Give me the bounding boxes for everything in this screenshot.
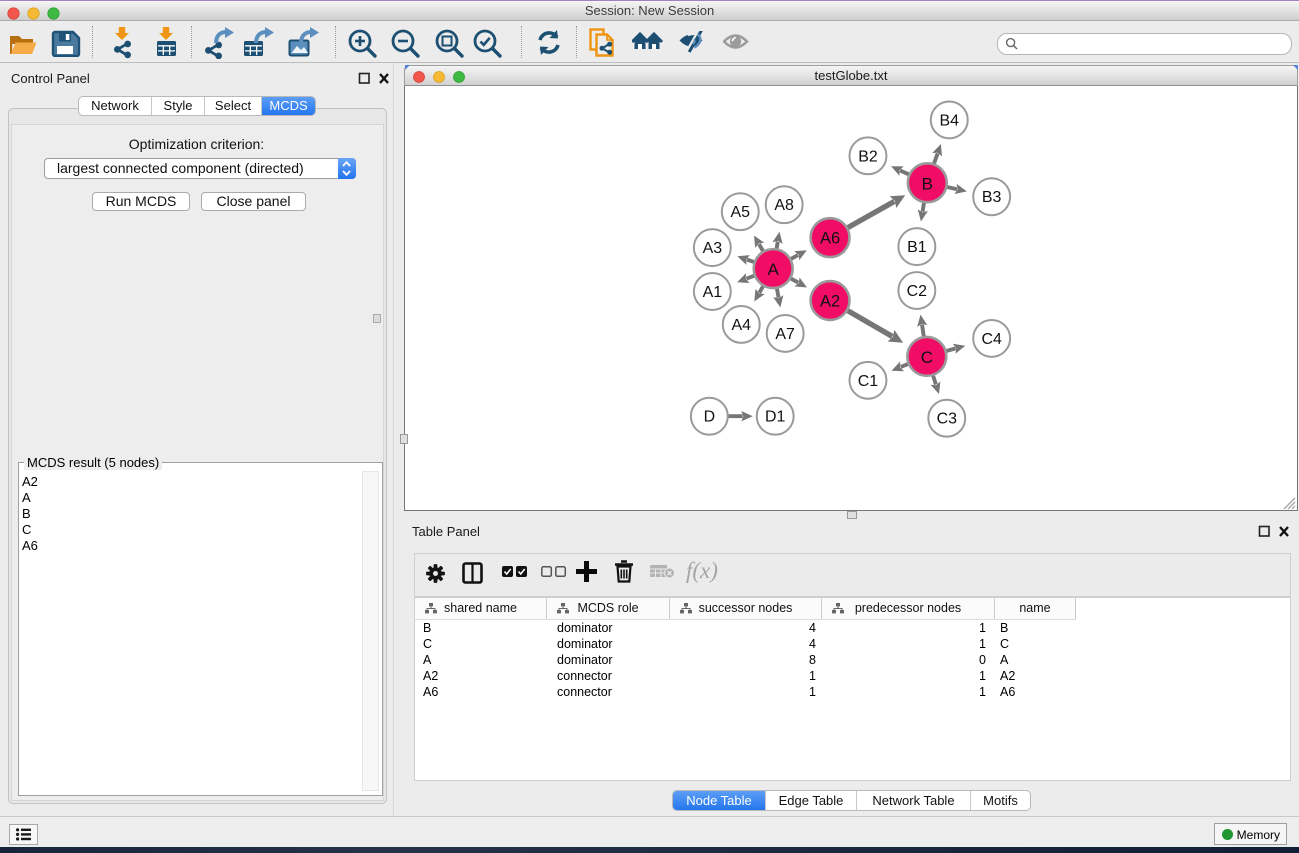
svg-text:A2: A2 (820, 292, 840, 310)
svg-text:A6: A6 (820, 230, 840, 248)
svg-text:A8: A8 (774, 197, 794, 214)
svg-text:A4: A4 (732, 317, 752, 334)
svg-text:C4: C4 (981, 331, 1002, 348)
svg-text:A7: A7 (775, 326, 795, 343)
svg-text:D: D (704, 409, 716, 426)
svg-text:C2: C2 (907, 283, 928, 300)
svg-text:A: A (768, 260, 780, 279)
svg-text:B1: B1 (907, 239, 927, 256)
svg-text:C1: C1 (858, 373, 879, 390)
svg-text:A3: A3 (703, 240, 723, 257)
svg-text:C: C (921, 348, 933, 367)
svg-text:B3: B3 (982, 189, 1002, 206)
svg-text:B2: B2 (858, 148, 878, 165)
svg-text:C3: C3 (937, 411, 958, 428)
svg-text:A5: A5 (731, 204, 751, 221)
svg-text:A1: A1 (703, 284, 723, 301)
svg-text:B: B (922, 174, 933, 193)
svg-text:D1: D1 (765, 409, 786, 426)
svg-text:B4: B4 (940, 112, 960, 129)
